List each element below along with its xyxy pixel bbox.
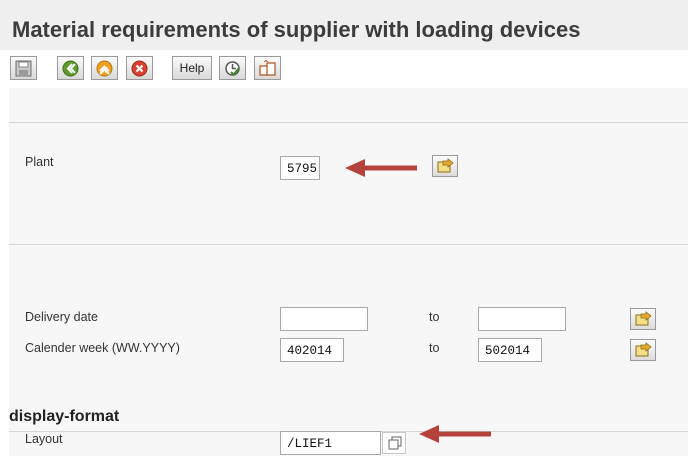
help-button[interactable]: Help	[172, 56, 212, 80]
application-toolbar: Help	[0, 52, 688, 88]
multiple-selection-button[interactable]	[630, 308, 656, 330]
multiple-selection-button[interactable]	[432, 155, 458, 177]
display-format-heading: display-format	[9, 408, 120, 425]
page-title: Material requirements of supplier with l…	[12, 17, 581, 42]
calendar-week-to-label: to	[429, 341, 440, 355]
cancel-button[interactable]	[126, 56, 153, 80]
delivery-date-from-input[interactable]	[280, 307, 368, 331]
calendar-week-label: Calender week (WW.YYYY)	[25, 341, 180, 355]
title-bar: Material requirements of supplier with l…	[0, 0, 688, 50]
divider	[9, 122, 688, 123]
plant-label: Plant	[25, 155, 54, 169]
arrow-annotation	[345, 159, 417, 177]
multiple-selection-button[interactable]	[630, 339, 656, 361]
get-variant-button[interactable]	[254, 56, 281, 80]
delivery-date-to-label: to	[429, 310, 440, 324]
layout-value-help-button[interactable]	[382, 432, 406, 454]
plant-input[interactable]: 5795	[280, 156, 320, 180]
selection-screen: Plant 5795 Delivery date to Calender wee…	[9, 88, 688, 456]
back-button[interactable]	[57, 56, 84, 80]
exit-button[interactable]	[91, 56, 118, 80]
calendar-week-from-input[interactable]: 402014	[280, 338, 344, 362]
save-button[interactable]	[10, 56, 37, 80]
delivery-date-to-input[interactable]	[478, 307, 566, 331]
delivery-date-label: Delivery date	[25, 310, 98, 324]
arrow-annotation	[419, 425, 491, 443]
layout-label: Layout	[25, 432, 63, 446]
calendar-week-to-input[interactable]: 502014	[478, 338, 542, 362]
divider	[9, 244, 688, 245]
layout-input[interactable]: /LIEF1	[280, 431, 381, 455]
execute-button[interactable]	[219, 56, 246, 80]
